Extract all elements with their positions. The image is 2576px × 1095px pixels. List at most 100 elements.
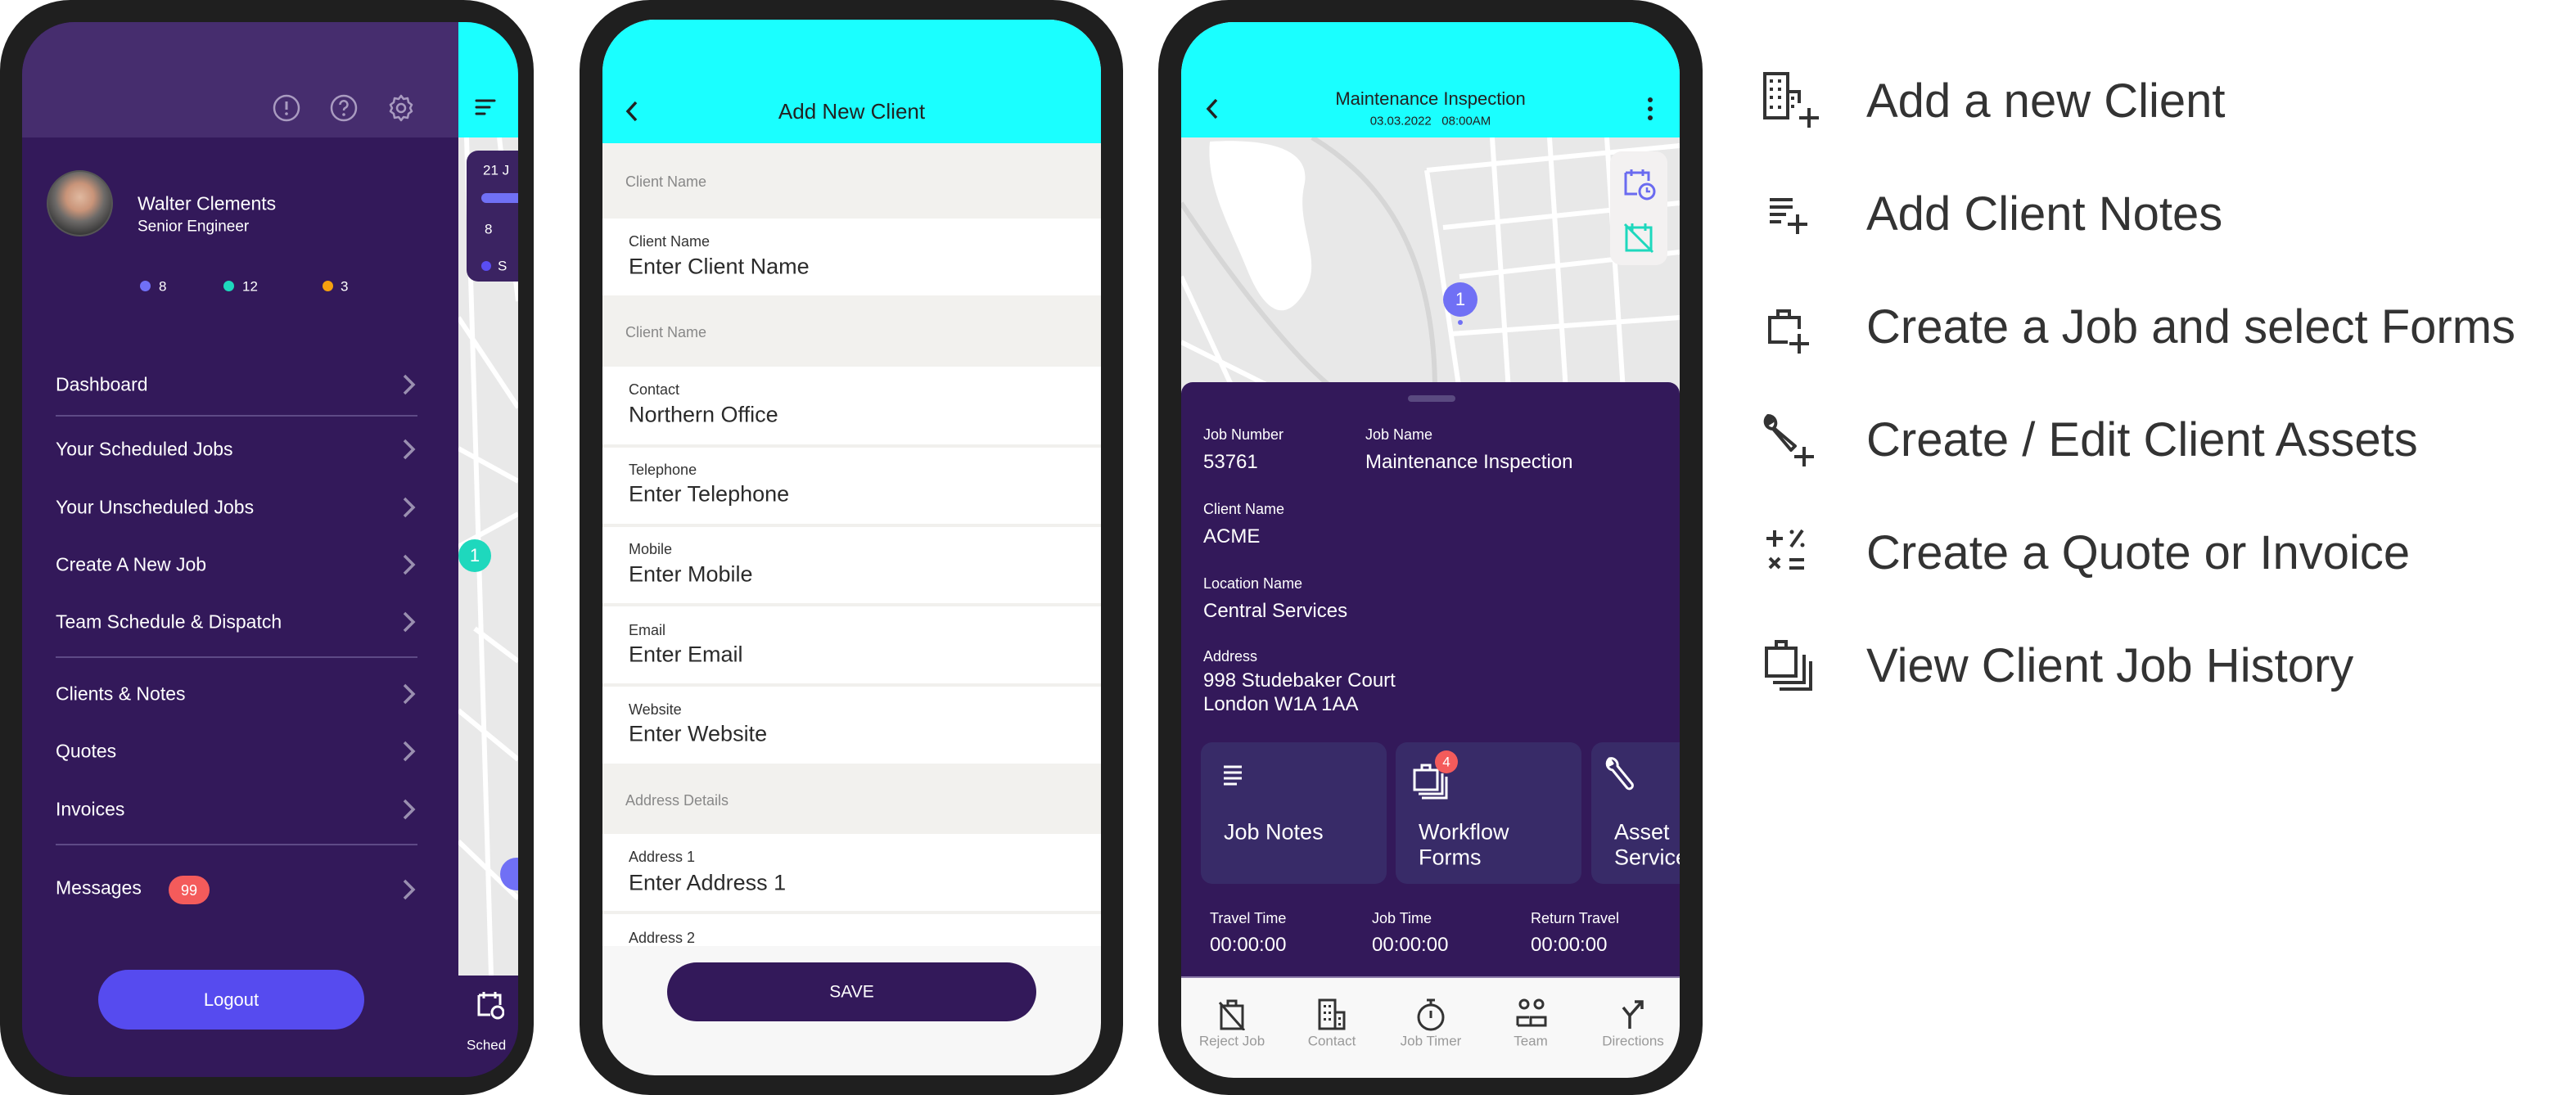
feature-job-history: View Client Job History [1760,633,2570,699]
chevron-right-icon [403,799,416,820]
building-icon [1318,998,1346,1030]
building-plus-icon [1763,72,1819,128]
chevron-right-icon [403,683,416,705]
nav-directions[interactable]: Directions [1588,976,1678,1078]
card-date: 21 J [483,162,510,178]
job-name: Maintenance Inspection [1365,451,1573,473]
chevron-right-icon [403,879,416,900]
contact-field[interactable]: Contact Northern Office [602,367,1101,444]
stopwatch-icon [1417,998,1445,1031]
job-detail-sheet: Job Number 53761 Job Name Maintenance In… [1181,382,1680,976]
chevron-right-icon [403,611,416,633]
stat-in-progress: 12 [242,278,258,295]
chevron-right-icon [403,741,416,762]
nav-label-schedule: Sched [467,1037,507,1053]
page-title: Add New Client [778,99,926,124]
nav-reject-job[interactable]: Reject Job [1187,976,1277,1078]
calendar-clock-icon[interactable] [1623,168,1656,201]
phone-job-detail: Maintenance Inspection 03.03.2022 08:00A… [1158,0,1703,1095]
chevron-right-icon [403,374,416,395]
nav-job-timer[interactable]: Job Timer [1386,976,1476,1078]
feature-client-assets: Create / Edit Client Assets [1760,408,2570,473]
calculator-icon [1766,529,1805,570]
mobile-field[interactable]: Mobile Enter Mobile [602,527,1101,603]
more-icon[interactable] [1646,96,1654,122]
navigation-drawer: Walter Clements Senior Engineer 8 12 3 D… [22,22,458,1077]
notes-plus-icon [1770,198,1807,234]
stat-scheduled: 8 [159,278,167,295]
address-line2: London W1A 1AA [1203,693,1359,715]
chevron-right-icon [403,497,416,518]
address2-field[interactable]: Address 2 [602,914,1101,946]
asset-service-card[interactable]: Asset Service [1591,742,1680,884]
section-header: Client Name [602,295,1101,367]
bottom-nav-behind: Sched [458,976,518,1077]
map-pin[interactable]: 1 [458,539,491,572]
briefcase-plus-icon [1768,309,1809,354]
card-count: 8 [485,221,493,237]
user-name: Walter Clements [138,192,277,214]
summary-card-behind[interactable]: 21 J 8 S [467,151,518,282]
app-header: Add New Client [602,20,1101,143]
drawer-screen: 21 J 8 S 1 Sched Walter Clements Senior … [22,22,518,1077]
client-name: ACME [1203,525,1261,548]
section-header: Client Name [602,143,1101,219]
phone-drawer: 21 J 8 S 1 Sched Walter Clements Senior … [0,0,534,1095]
address-label: Address [1203,648,1258,665]
card-legend: S [498,258,508,274]
email-field[interactable]: Email Enter Email [602,606,1101,683]
telephone-field[interactable]: Telephone Enter Telephone [602,448,1101,524]
reject-job-icon [1218,999,1246,1030]
job-title: Maintenance Inspection [1335,88,1526,109]
nav-team[interactable]: Team [1486,976,1576,1078]
menu-icon[interactable] [475,97,496,119]
logout-button[interactable]: Logout [98,970,364,1030]
directions-icon [1622,1000,1644,1029]
drawer-header [22,22,458,137]
feature-add-client: Add a new Client [1760,69,2570,134]
briefcase-stack-icon [1765,640,1812,691]
user-title: Senior Engineer [138,218,250,236]
avatar[interactable] [47,170,113,237]
nav-contact[interactable]: Contact [1287,976,1377,1078]
alert-circle-icon[interactable] [273,94,300,122]
feature-create-job: Create a Job and select Forms [1760,295,2570,360]
save-button[interactable]: SAVE [667,962,1036,1021]
help-circle-icon[interactable] [330,94,358,122]
address-line1: 998 Studebaker Court [1203,669,1396,692]
forms-badge: 4 [1435,750,1458,773]
divider [56,415,417,417]
gear-icon[interactable] [387,94,415,122]
team-icon [1516,998,1547,1027]
map-pin[interactable]: 1 [1443,282,1477,317]
feature-quote-invoice: Create a Quote or Invoice [1760,520,2570,586]
stat-dot-pending [323,281,333,291]
map-controls [1610,151,1667,265]
schedule-icon[interactable] [476,990,504,1020]
divider [56,656,417,658]
add-client-screen: Add New Client Client Name Client Name En… [602,20,1101,1075]
wrench-plus-icon [1763,414,1814,466]
map[interactable] [1181,137,1680,391]
address1-field[interactable]: Address 1 Enter Address 1 [602,834,1101,911]
sheet-handle[interactable] [1408,395,1455,402]
pin-anchor [1458,320,1463,325]
wrench-icon [1605,757,1634,791]
job-screen: Maintenance Inspection 03.03.2022 08:00A… [1181,22,1680,1078]
stat-pending: 3 [341,278,349,295]
website-field[interactable]: Website Enter Website [602,687,1101,764]
calendar-off-icon[interactable] [1623,221,1656,254]
job-notes-card[interactable]: Job Notes [1201,742,1387,884]
phone-add-client: Add New Client Client Name Client Name En… [580,0,1123,1095]
client-name-field[interactable]: Client Name Enter Client Name [602,219,1101,295]
chevron-right-icon [403,439,416,460]
workflow-forms-card[interactable]: 4 Workflow Forms [1396,742,1581,884]
job-name-label: Job Name [1365,426,1433,443]
notes-icon [1224,765,1242,786]
job-number-label: Job Number [1203,426,1284,443]
app-header-behind [458,22,518,137]
section-header: Address Details [602,764,1101,834]
stat-dot-in-progress [223,281,234,291]
location-label: Location Name [1203,575,1303,592]
job-datetime: 03.03.2022 08:00AM [1369,114,1491,128]
